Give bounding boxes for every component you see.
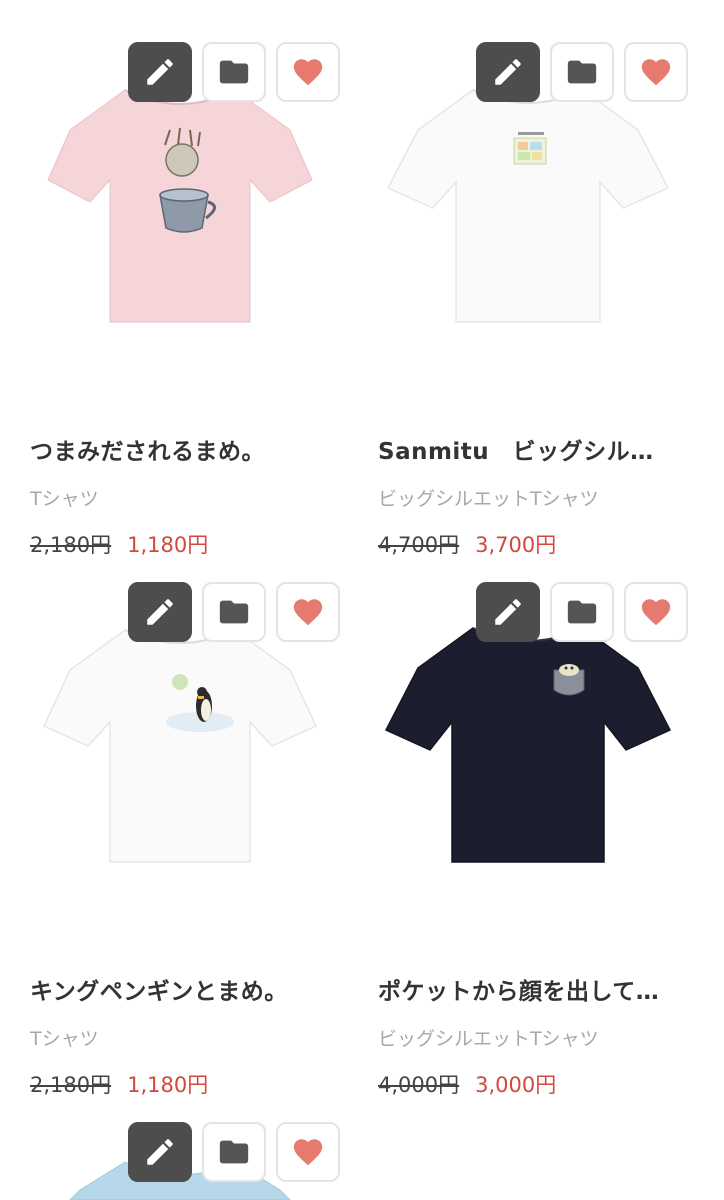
- price-row: 2,180円 1,180円: [30, 529, 330, 559]
- tshirt-image: [47, 89, 313, 323]
- heart-icon: [293, 59, 323, 86]
- add-to-folder-button[interactable]: [550, 582, 614, 642]
- card-actions: [476, 582, 688, 642]
- price-row: 2,180円 1,180円: [30, 1069, 330, 1099]
- pencil-icon: [495, 599, 521, 625]
- product-card[interactable]: つまみだされるまめ。 Tシャツ 2,180円 1,180円: [30, 42, 340, 559]
- favorite-button[interactable]: [624, 42, 688, 102]
- favorite-button[interactable]: [624, 582, 688, 642]
- heart-icon: [641, 599, 671, 626]
- tshirt-image: [386, 89, 670, 323]
- sale-price: 3,700円: [475, 533, 557, 557]
- add-to-folder-button[interactable]: [202, 42, 266, 102]
- product-image[interactable]: [378, 42, 688, 370]
- pencil-icon: [147, 599, 173, 625]
- edit-button[interactable]: [128, 42, 192, 102]
- tshirt-image: [43, 629, 317, 863]
- favorite-button[interactable]: [276, 582, 340, 642]
- add-to-folder-button[interactable]: [202, 582, 266, 642]
- folder-icon: [219, 1140, 249, 1164]
- edit-button[interactable]: [476, 42, 540, 102]
- product-type: ビッグシルエットTシャツ: [378, 1028, 599, 1050]
- tshirt-image: [384, 627, 672, 863]
- heart-icon: [293, 599, 323, 626]
- product-title[interactable]: キングペンギンとまめ。: [30, 972, 330, 1006]
- product-type: Tシャツ: [30, 1028, 99, 1050]
- price-row: 4,700円 3,700円: [378, 529, 678, 559]
- heart-icon: [293, 1139, 323, 1166]
- edit-button[interactable]: [128, 582, 192, 642]
- product-card[interactable]: Sanmitu ビッグシル… ビッグシルエットTシャツ 4,700円 3,700…: [378, 42, 688, 559]
- product-image[interactable]: [30, 1122, 340, 1200]
- pencil-icon: [147, 1139, 173, 1165]
- folder-icon: [219, 60, 249, 84]
- original-price: 4,000円: [378, 1073, 460, 1097]
- edit-button[interactable]: [128, 1122, 192, 1182]
- product-card[interactable]: キングペンギンとまめ。 Tシャツ 2,180円 1,180円: [30, 582, 340, 1099]
- product-card[interactable]: [30, 1122, 340, 1200]
- folder-icon: [567, 600, 597, 624]
- product-type: Tシャツ: [30, 488, 99, 510]
- pencil-icon: [495, 59, 521, 85]
- original-price: 2,180円: [30, 1073, 112, 1097]
- pencil-icon: [147, 59, 173, 85]
- product-image[interactable]: [30, 42, 340, 370]
- folder-icon: [567, 60, 597, 84]
- product-type: ビッグシルエットTシャツ: [378, 488, 599, 510]
- add-to-folder-button[interactable]: [202, 1122, 266, 1182]
- product-title[interactable]: Sanmitu ビッグシル…: [378, 432, 678, 466]
- edit-button[interactable]: [476, 582, 540, 642]
- product-image[interactable]: [378, 582, 688, 910]
- card-actions: [476, 42, 688, 102]
- sale-price: 1,180円: [127, 1073, 209, 1097]
- card-actions: [128, 582, 340, 642]
- sale-price: 1,180円: [127, 533, 209, 557]
- favorite-button[interactable]: [276, 1122, 340, 1182]
- favorite-button[interactable]: [276, 42, 340, 102]
- product-title[interactable]: つまみだされるまめ。: [30, 432, 330, 466]
- sale-price: 3,000円: [475, 1073, 557, 1097]
- folder-icon: [219, 600, 249, 624]
- product-card[interactable]: ポケットから顔を出して… ビッグシルエットTシャツ 4,000円 3,000円: [378, 582, 688, 1099]
- card-actions: [128, 42, 340, 102]
- product-title[interactable]: ポケットから顔を出して…: [378, 972, 678, 1006]
- heart-icon: [641, 59, 671, 86]
- original-price: 4,700円: [378, 533, 460, 557]
- product-grid: つまみだされるまめ。 Tシャツ 2,180円 1,180円 Sanmitu ビッ…: [0, 0, 724, 1200]
- price-row: 4,000円 3,000円: [378, 1069, 678, 1099]
- add-to-folder-button[interactable]: [550, 42, 614, 102]
- card-actions: [128, 1122, 340, 1182]
- product-image[interactable]: [30, 582, 340, 910]
- original-price: 2,180円: [30, 533, 112, 557]
